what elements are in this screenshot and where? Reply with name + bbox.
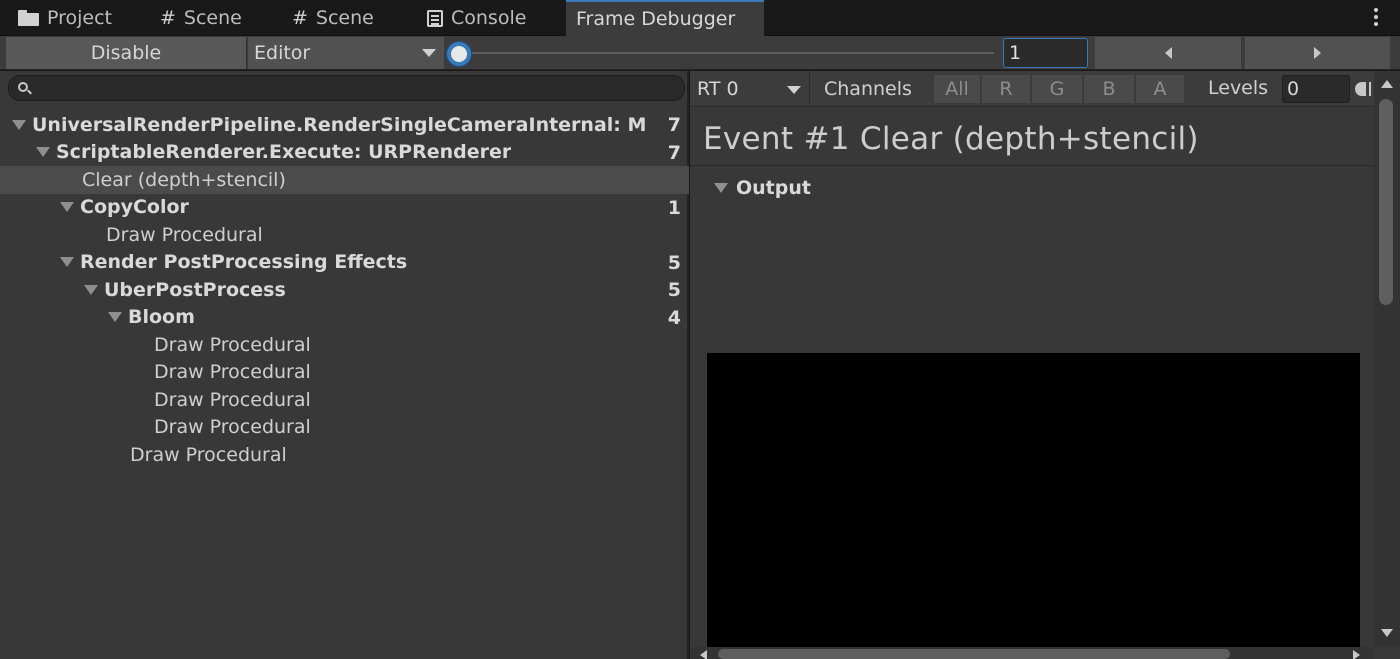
previous-arrow-icon [1164,47,1172,59]
channel-r-button[interactable]: R [982,75,1030,103]
tree-row-count: 1 [667,196,681,219]
tab-label: Scene [315,7,374,29]
tree-row-count: 5 [667,251,681,274]
frame-debugger-toolbar: Disable Editor [0,36,1400,70]
tree-row-label: Draw Procedural [154,388,311,411]
tab-scene-2[interactable]: # Scene [292,0,374,36]
tree-row[interactable]: Draw Procedural [0,386,689,414]
target-dropdown-value: Editor [254,42,311,64]
event-hierarchy-panel: UniversalRenderPipeline.RenderSingleCame… [0,71,689,659]
tree-row-label: Bloom [128,306,195,329]
console-icon [427,9,443,27]
tree-row[interactable]: Render PostProcessing Effects 5 [0,249,689,277]
tree-row[interactable]: Draw Procedural [0,359,689,387]
tab-project[interactable]: Project [18,0,112,36]
foldout-arrow-icon [714,183,728,193]
tree-row-label: Clear (depth+stencil) [82,168,286,191]
event-index-field[interactable] [1003,38,1088,68]
tree-row-count: 5 [667,279,681,301]
foldout-arrow-icon[interactable] [60,202,74,213]
levels-label: Levels [1208,77,1269,99]
render-target-preview [707,353,1360,653]
tree-row-label: UniversalRenderPipeline.RenderSingleCame… [32,113,647,136]
tree-row[interactable]: Bloom 4 [0,304,689,332]
tab-label: Scene [183,7,242,29]
tree-row[interactable]: CopyColor 1 [0,194,689,222]
scroll-right-icon[interactable] [1353,650,1360,659]
tree-row-label: Draw Procedural [106,223,263,246]
tree-row-label: UberPostProcess [104,278,286,301]
channel-all-button[interactable]: All [934,75,980,103]
scroll-down-icon[interactable] [1381,629,1393,637]
render-target-value: RT 0 [697,78,739,100]
divider [690,165,1374,166]
tree-row-label: Draw Procedural [130,443,287,466]
foldout-arrow-icon[interactable] [60,257,74,268]
event-tree: UniversalRenderPipeline.RenderSingleCame… [0,111,689,469]
tree-row[interactable]: UberPostProcess 5 [0,276,689,304]
tree-row-count: 7 [667,141,681,164]
tree-row-label: Render PostProcessing Effects [80,251,408,274]
vertical-scrollbar[interactable] [1374,71,1400,647]
render-target-toolbar: RT 0 Channels All R G B A Levels 0 [690,71,1374,107]
tree-row[interactable]: Clear (depth+stencil) [0,166,689,194]
tree-row-label: Draw Procedural [154,361,311,384]
foldout-arrow-icon[interactable] [36,147,50,158]
output-foldout[interactable]: Output [714,177,811,199]
scroll-left-icon[interactable] [700,650,707,659]
levels-field[interactable]: 0 [1282,75,1350,103]
grid-icon: # [160,7,176,29]
tree-row[interactable]: Draw Procedural [0,441,689,469]
target-dropdown[interactable]: Editor [248,37,444,69]
search-field[interactable] [8,75,685,101]
window-tab-bar: Project # Scene # Scene Console Frame De… [0,0,1400,36]
grid-icon: # [292,7,308,29]
scrollbar-thumb[interactable] [1379,99,1393,305]
scroll-up-icon[interactable] [1381,80,1393,88]
foldout-arrow-icon[interactable] [108,312,122,323]
tree-row-count: 4 [667,306,681,329]
foldout-arrow-icon[interactable] [12,119,26,130]
tree-row-label: CopyColor [80,196,189,219]
search-icon [18,82,28,92]
disable-button[interactable]: Disable [6,37,247,69]
folder-icon [18,10,39,26]
scrollbar-thumb[interactable] [718,649,1230,659]
tab-label: Frame Debugger [576,8,736,30]
tree-row[interactable]: ScriptableRenderer.Execute: URPRenderer 7 [0,139,689,167]
tree-row-label: Draw Procedural [154,416,311,439]
tab-frame-debugger[interactable]: Frame Debugger [566,0,764,36]
channel-b-button[interactable]: B [1084,75,1134,103]
foldout-arrow-icon[interactable] [84,284,98,295]
event-title: Event #1 Clear (depth+stencil) [703,121,1199,157]
dropdown-arrow-icon [422,49,436,57]
more-options-icon[interactable] [1374,8,1378,28]
output-label: Output [736,177,811,199]
dropdown-arrow-icon [787,86,801,94]
tree-row[interactable]: UniversalRenderPipeline.RenderSingleCame… [0,111,689,139]
tree-row[interactable]: Draw Procedural [0,221,689,249]
previous-event-button[interactable] [1095,37,1241,69]
channel-a-button[interactable]: A [1136,75,1184,103]
tab-scene[interactable]: # Scene [160,0,242,36]
tree-row[interactable]: Draw Procedural [0,331,689,359]
tree-row[interactable]: Draw Procedural [0,414,689,442]
next-arrow-icon [1314,47,1321,59]
tree-row-label: Draw Procedural [154,333,311,356]
tab-console[interactable]: Console [427,0,526,36]
next-event-button[interactable] [1245,37,1390,69]
event-slider-thumb[interactable] [447,42,471,66]
event-details-panel: RT 0 Channels All R G B A Levels 0 Event… [690,71,1400,659]
levels-slider-icon[interactable] [1355,82,1371,96]
tree-row-count: 7 [667,114,681,136]
channel-g-button[interactable]: G [1032,75,1082,103]
tree-row-label: ScriptableRenderer.Execute: URPRenderer [56,141,512,164]
event-slider-track[interactable] [460,52,994,54]
tab-label: Console [451,7,527,29]
render-target-dropdown[interactable]: RT 0 [690,71,810,107]
tab-label: Project [47,7,113,29]
channels-label: Channels [824,78,912,100]
horizontal-scrollbar[interactable] [690,647,1374,659]
